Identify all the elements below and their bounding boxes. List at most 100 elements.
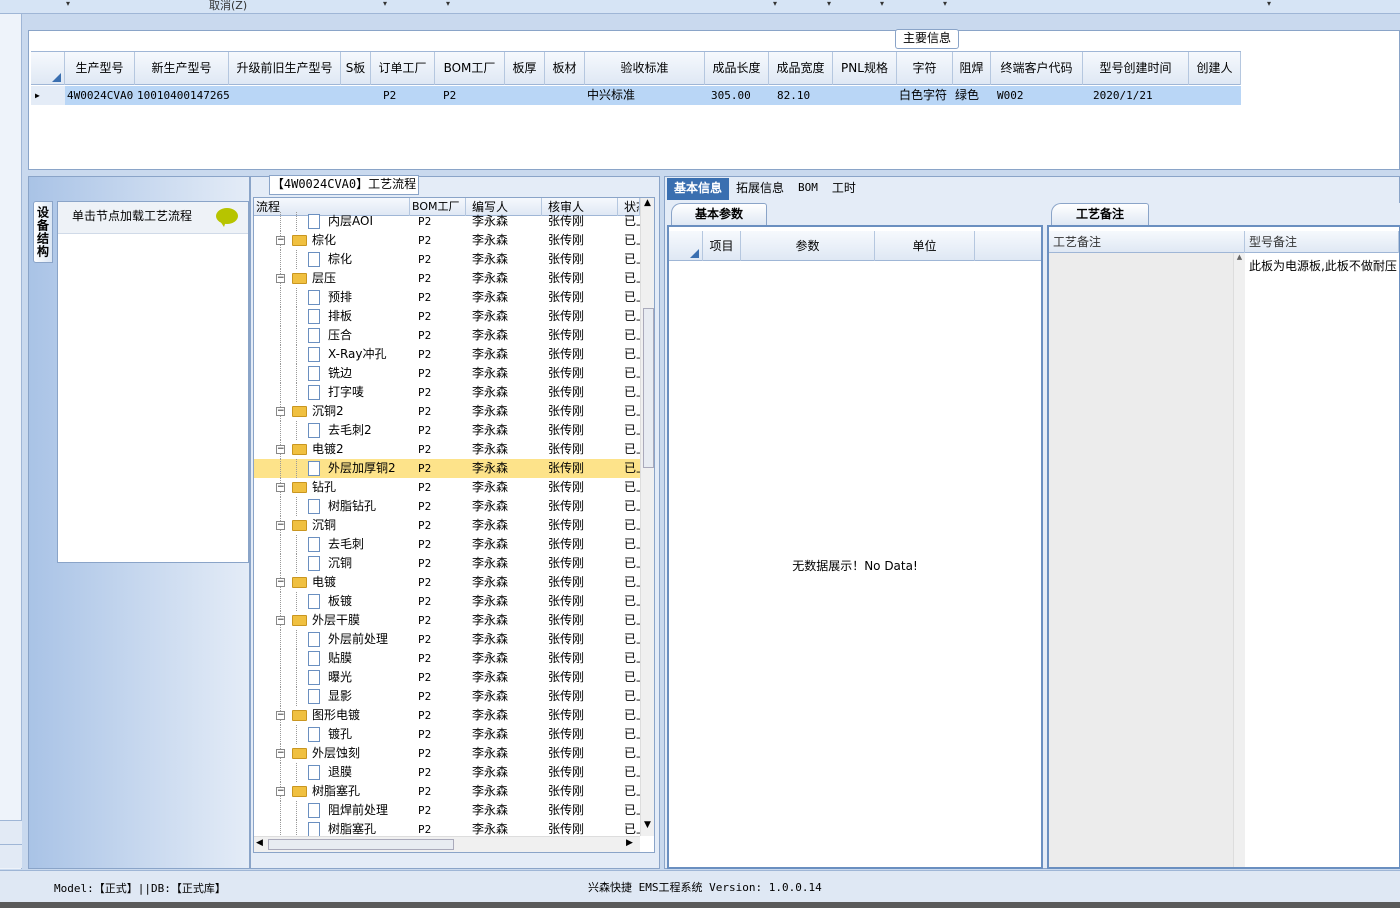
status-cell[interactable]: 已上 [618, 364, 640, 383]
tab-extended-info[interactable]: 拓展信息 [729, 178, 791, 200]
cell[interactable] [229, 86, 341, 105]
col-header[interactable]: PNL规格 [833, 52, 897, 85]
tree-row[interactable]: − 沉铜 P2李永森张传刚已上 [254, 516, 640, 535]
bom-cell[interactable]: P2 [410, 592, 466, 611]
tree-row[interactable]: 显影 P2李永森张传刚已上 [254, 687, 640, 706]
col-header[interactable]: 参数 [741, 231, 875, 261]
bom-cell[interactable]: P2 [410, 326, 466, 345]
bom-cell[interactable]: P2 [410, 516, 466, 535]
reviewer-cell[interactable]: 张传刚 [542, 307, 618, 326]
tree-node[interactable]: − 树脂塞孔 [254, 782, 410, 801]
bom-cell[interactable]: P2 [410, 782, 466, 801]
tree-node[interactable]: − 钻孔 [254, 478, 410, 497]
col-header[interactable]: 订单工厂 [371, 52, 435, 85]
status-cell[interactable]: 已上 [618, 288, 640, 307]
tree-row[interactable]: − 树脂塞孔 P2李永森张传刚已上 [254, 782, 640, 801]
tree-node[interactable]: 铣边 [254, 364, 410, 383]
dropdown-caret-icon[interactable]: ▾ [446, 0, 450, 8]
cell[interactable] [505, 86, 545, 105]
tree-node[interactable]: − 图形电镀 [254, 706, 410, 725]
reviewer-cell[interactable]: 张传刚 [542, 592, 618, 611]
reviewer-cell[interactable]: 张传刚 [542, 440, 618, 459]
tree-row[interactable]: X-Ray冲孔 P2李永森张传刚已上 [254, 345, 640, 364]
writer-cell[interactable]: 李永森 [466, 592, 542, 611]
status-cell[interactable]: 已上 [618, 687, 640, 706]
col-header[interactable]: 阻焊 [953, 52, 991, 85]
collapse-icon[interactable]: − [276, 711, 285, 720]
reviewer-cell[interactable]: 张传刚 [542, 668, 618, 687]
tree-node[interactable]: − 电镀2 [254, 440, 410, 459]
scroll-right-icon[interactable]: ▶ [626, 838, 633, 848]
dropdown-caret-icon[interactable]: ▾ [827, 0, 831, 8]
dropdown-caret-icon[interactable]: ▾ [383, 0, 387, 8]
col-header[interactable]: 项目 [703, 231, 741, 261]
tree-node[interactable]: 板镀 [254, 592, 410, 611]
reviewer-cell[interactable]: 张传刚 [542, 212, 618, 231]
tree-row[interactable]: 打字唛 P2李永森张传刚已上 [254, 383, 640, 402]
reviewer-cell[interactable]: 张传刚 [542, 611, 618, 630]
tree-row[interactable]: 退膜 P2李永森张传刚已上 [254, 763, 640, 782]
scroll-left-icon[interactable]: ◀ [256, 838, 263, 848]
tree-node[interactable]: 退膜 [254, 763, 410, 782]
col-header[interactable]: 终端客户代码 [991, 52, 1083, 85]
tree-node[interactable]: X-Ray冲孔 [254, 345, 410, 364]
writer-cell[interactable]: 李永森 [466, 516, 542, 535]
cell[interactable]: 绿色 [953, 86, 991, 105]
writer-cell[interactable]: 李永森 [466, 269, 542, 288]
tree-row[interactable]: 外层前处理 P2李永森张传刚已上 [254, 630, 640, 649]
writer-cell[interactable]: 李永森 [466, 478, 542, 497]
tree-row[interactable]: 压合 P2李永森张传刚已上 [254, 326, 640, 345]
reviewer-cell[interactable]: 张传刚 [542, 326, 618, 345]
tree-row[interactable]: 沉铜 P2李永森张传刚已上 [254, 554, 640, 573]
status-cell[interactable]: 已上 [618, 497, 640, 516]
status-cell[interactable]: 已上 [618, 383, 640, 402]
col-header[interactable]: 生产型号 [65, 52, 135, 85]
tree-row[interactable]: 贴膜 P2李永森张传刚已上 [254, 649, 640, 668]
collapse-icon[interactable]: − [276, 616, 285, 625]
writer-cell[interactable]: 李永森 [466, 744, 542, 763]
tree-row[interactable]: 树脂钻孔 P2李永森张传刚已上 [254, 497, 640, 516]
bom-cell[interactable]: P2 [410, 345, 466, 364]
tree-node[interactable]: − 外层干膜 [254, 611, 410, 630]
tree-row[interactable]: − 沉铜2 P2李永森张传刚已上 [254, 402, 640, 421]
bom-cell[interactable]: P2 [410, 687, 466, 706]
status-cell[interactable]: 已上 [618, 421, 640, 440]
col-header[interactable]: 升级前旧生产型号 [229, 52, 341, 85]
dropdown-caret-icon[interactable]: ▾ [1267, 0, 1271, 8]
writer-cell[interactable]: 李永森 [466, 497, 542, 516]
cell[interactable]: P2 [435, 86, 505, 105]
reviewer-cell[interactable]: 张传刚 [542, 516, 618, 535]
writer-cell[interactable]: 李永森 [466, 459, 542, 478]
process-remark-field[interactable] [1049, 253, 1245, 867]
scroll-thumb[interactable] [643, 308, 654, 468]
status-cell[interactable]: 已上 [618, 630, 640, 649]
reviewer-cell[interactable]: 张传刚 [542, 421, 618, 440]
model-remark-text[interactable]: 此板为电源板,此板不做耐压 [1249, 257, 1397, 274]
writer-cell[interactable]: 李永森 [466, 307, 542, 326]
tree-row[interactable]: − 钻孔 P2李永森张传刚已上 [254, 478, 640, 497]
col-header[interactable]: 验收标准 [585, 52, 705, 85]
writer-cell[interactable]: 李永森 [466, 288, 542, 307]
col-header[interactable]: 创建人 [1189, 52, 1241, 85]
status-cell[interactable]: 已上 [618, 782, 640, 801]
vertical-scrollbar[interactable]: ▲ ▼ [640, 198, 654, 836]
status-cell[interactable]: 已上 [618, 326, 640, 345]
tree-row[interactable]: 外层加厚铜2 P2李永森张传刚已上 [254, 459, 640, 478]
cell[interactable]: P2 [371, 86, 435, 105]
strip-segment[interactable] [0, 844, 22, 868]
reviewer-cell[interactable]: 张传刚 [542, 364, 618, 383]
reviewer-cell[interactable]: 张传刚 [542, 231, 618, 250]
cancel-button[interactable]: 取消(Z) [209, 0, 247, 13]
tree-row[interactable]: − 电镀2 P2李永森张传刚已上 [254, 440, 640, 459]
reviewer-cell[interactable]: 张传刚 [542, 706, 618, 725]
reviewer-cell[interactable]: 张传刚 [542, 497, 618, 516]
status-cell[interactable]: 已上 [618, 801, 640, 820]
tree-node[interactable]: 去毛刺 [254, 535, 410, 554]
tree-node[interactable]: − 电镀 [254, 573, 410, 592]
writer-cell[interactable]: 李永森 [466, 630, 542, 649]
writer-cell[interactable]: 李永森 [466, 782, 542, 801]
cell[interactable]: 82.10 [769, 86, 833, 105]
bom-cell[interactable]: P2 [410, 535, 466, 554]
reviewer-cell[interactable]: 张传刚 [542, 402, 618, 421]
tree-node[interactable]: 预排 [254, 288, 410, 307]
